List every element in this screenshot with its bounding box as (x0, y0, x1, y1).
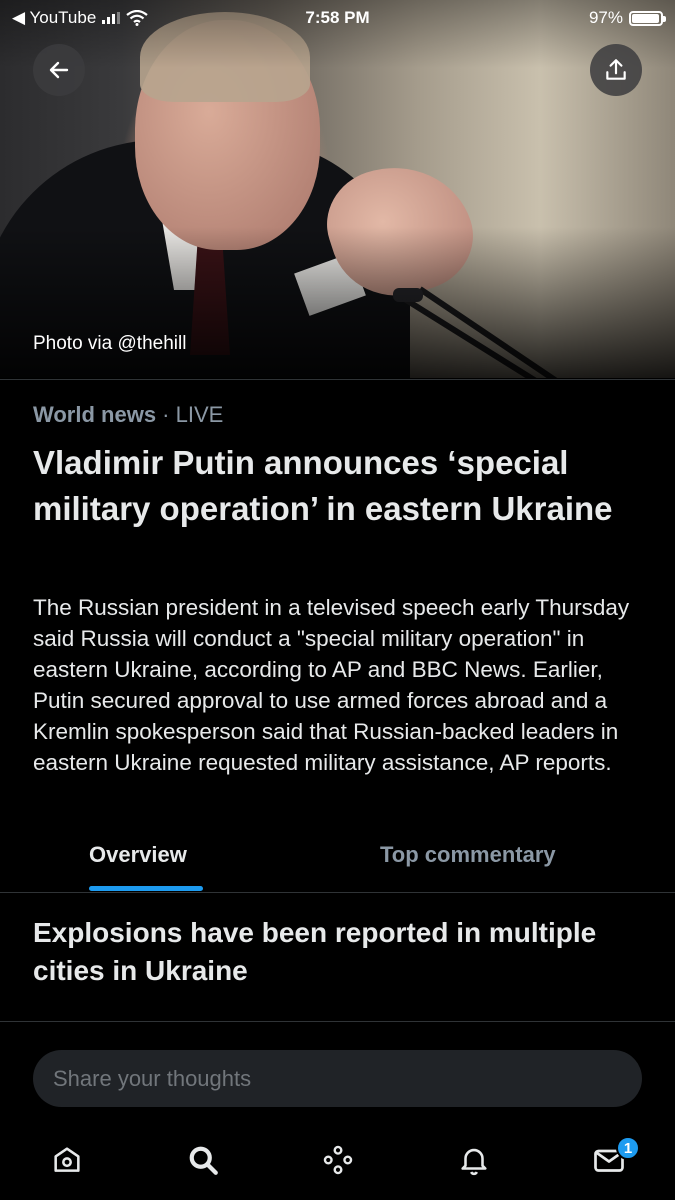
tab-overview[interactable]: Overview (89, 842, 187, 868)
category-separator: · (156, 402, 176, 427)
article-summary: The Russian president in a televised spe… (33, 595, 630, 775)
search-icon (189, 1146, 218, 1175)
nav-spaces[interactable] (313, 1138, 363, 1182)
category-line: World news · LIVE (33, 402, 223, 428)
bottom-nav: 1 (0, 1130, 675, 1190)
category-label: World news (33, 402, 157, 427)
active-tab-indicator (89, 886, 203, 891)
status-time: 7:58 PM (305, 8, 370, 27)
bell-icon (461, 1148, 487, 1176)
battery-percent: 97% (588, 8, 623, 27)
home-icon (54, 1147, 80, 1172)
nav-search[interactable] (178, 1138, 228, 1182)
messages-badge: 1 (616, 1136, 640, 1160)
photo-credit: Photo via @thehill (33, 333, 187, 354)
share-icon (606, 59, 626, 80)
hero-photo (0, 0, 675, 378)
nav-notifications[interactable] (449, 1138, 499, 1182)
tab-bar: Overview Top commentary (0, 830, 675, 892)
status-bar: ◀ YouTube 7:58 PM 97% (0, 0, 675, 36)
hero-shade (0, 0, 675, 378)
share-thoughts-input[interactable] (33, 1050, 642, 1107)
live-label: LIVE (175, 402, 224, 427)
overview-subhead[interactable]: Explosions have been reported in multipl… (33, 914, 633, 990)
back-button[interactable] (33, 44, 85, 96)
arrow-left-icon (49, 61, 69, 79)
divider (0, 379, 675, 380)
headline: Vladimir Putin announces ‘special milita… (33, 444, 613, 527)
divider (0, 1021, 675, 1022)
battery-icon (629, 10, 666, 26)
divider (0, 892, 675, 893)
compose-box (33, 1050, 642, 1107)
spaces-icon (323, 1145, 353, 1175)
battery-fill (632, 13, 659, 23)
nav-messages[interactable]: 1 (584, 1136, 640, 1182)
tab-top-commentary[interactable]: Top commentary (380, 842, 556, 868)
nav-home[interactable] (42, 1138, 92, 1182)
share-button[interactable] (590, 44, 642, 96)
